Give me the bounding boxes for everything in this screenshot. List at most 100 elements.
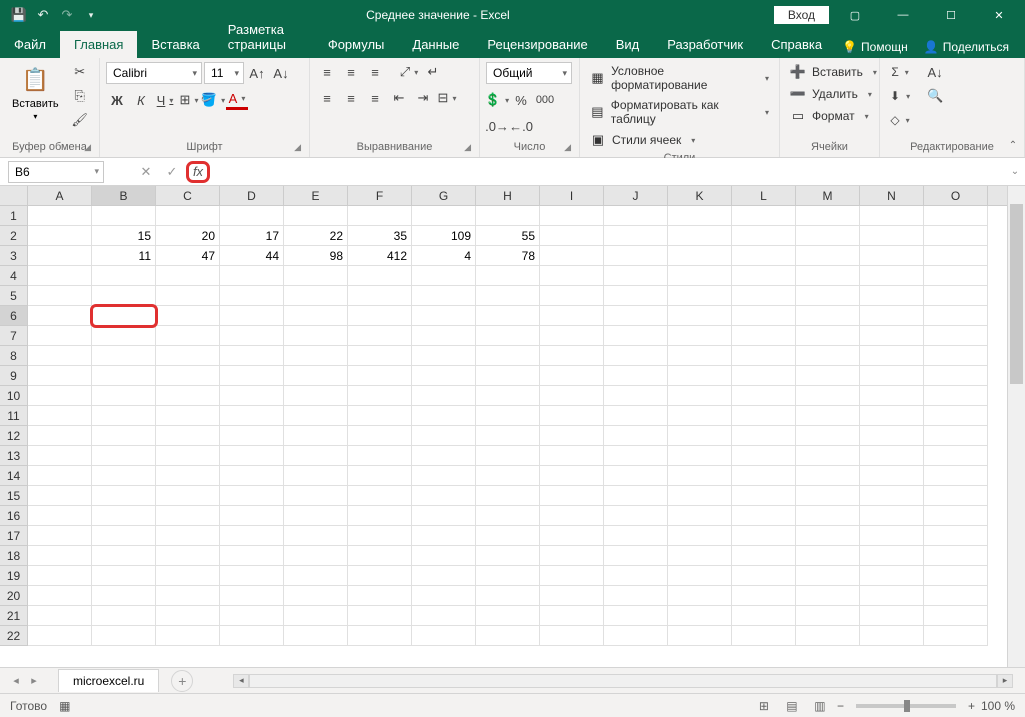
cell-G4[interactable] [412, 266, 476, 286]
tell-me[interactable]: 💡Помощн [836, 36, 914, 58]
cell-N15[interactable] [860, 486, 924, 506]
cell-F20[interactable] [348, 586, 412, 606]
orientation-icon[interactable]: ⤢ [398, 62, 420, 82]
cell-B14[interactable] [92, 466, 156, 486]
cell-B2[interactable]: 15 [92, 226, 156, 246]
increase-decimal-icon[interactable]: .0→ [486, 116, 508, 136]
cell-F16[interactable] [348, 506, 412, 526]
login-button[interactable]: Вход [774, 6, 829, 24]
cell-K15[interactable] [668, 486, 732, 506]
col-header-L[interactable]: L [732, 186, 796, 205]
cancel-formula-icon[interactable]: ✕ [134, 161, 158, 183]
cell-A13[interactable] [28, 446, 92, 466]
cell-O1[interactable] [924, 206, 988, 226]
cell-C11[interactable] [156, 406, 220, 426]
cell-I12[interactable] [540, 426, 604, 446]
col-header-K[interactable]: K [668, 186, 732, 205]
cell-C22[interactable] [156, 626, 220, 646]
cell-K19[interactable] [668, 566, 732, 586]
cell-F9[interactable] [348, 366, 412, 386]
cell-B6[interactable] [92, 306, 156, 326]
cell-D10[interactable] [220, 386, 284, 406]
row-header-8[interactable]: 8 [0, 346, 28, 366]
cell-L18[interactable] [732, 546, 796, 566]
horizontal-scrollbar[interactable]: ◂▸ [233, 674, 1013, 688]
align-bottom-icon[interactable]: ≡ [364, 62, 386, 82]
share-button[interactable]: 👤Поделиться [918, 36, 1015, 58]
cell-G19[interactable] [412, 566, 476, 586]
cell-N14[interactable] [860, 466, 924, 486]
row-header-5[interactable]: 5 [0, 286, 28, 306]
cell-L22[interactable] [732, 626, 796, 646]
cell-A18[interactable] [28, 546, 92, 566]
cell-F17[interactable] [348, 526, 412, 546]
clear-icon[interactable]: ◇ [886, 110, 914, 130]
save-icon[interactable]: 💾 [8, 4, 30, 26]
cell-N12[interactable] [860, 426, 924, 446]
cell-I10[interactable] [540, 386, 604, 406]
cell-A8[interactable] [28, 346, 92, 366]
cell-A11[interactable] [28, 406, 92, 426]
row-header-6[interactable]: 6 [0, 306, 28, 326]
cell-L17[interactable] [732, 526, 796, 546]
row-header-3[interactable]: 3 [0, 246, 28, 266]
increase-font-icon[interactable]: A↑ [246, 63, 268, 83]
cell-L12[interactable] [732, 426, 796, 446]
cell-N2[interactable] [860, 226, 924, 246]
cell-C3[interactable]: 47 [156, 246, 220, 266]
italic-button[interactable]: К [130, 90, 152, 110]
col-header-C[interactable]: C [156, 186, 220, 205]
format-as-table-button[interactable]: ▤Форматировать как таблицу [586, 96, 773, 128]
col-header-F[interactable]: F [348, 186, 412, 205]
row-header-10[interactable]: 10 [0, 386, 28, 406]
cell-B11[interactable] [92, 406, 156, 426]
autosum-icon[interactable]: Σ [886, 62, 914, 82]
cell-K17[interactable] [668, 526, 732, 546]
cell-O17[interactable] [924, 526, 988, 546]
cell-D20[interactable] [220, 586, 284, 606]
cell-B8[interactable] [92, 346, 156, 366]
cell-I2[interactable] [540, 226, 604, 246]
cell-B17[interactable] [92, 526, 156, 546]
cell-I3[interactable] [540, 246, 604, 266]
cell-C1[interactable] [156, 206, 220, 226]
cell-B15[interactable] [92, 486, 156, 506]
cell-F14[interactable] [348, 466, 412, 486]
cell-J12[interactable] [604, 426, 668, 446]
cell-M15[interactable] [796, 486, 860, 506]
cell-J10[interactable] [604, 386, 668, 406]
cell-J15[interactable] [604, 486, 668, 506]
cell-E2[interactable]: 22 [284, 226, 348, 246]
cell-B3[interactable]: 11 [92, 246, 156, 266]
cell-L1[interactable] [732, 206, 796, 226]
cell-H15[interactable] [476, 486, 540, 506]
align-left-icon[interactable]: ≡ [316, 88, 338, 108]
cell-M17[interactable] [796, 526, 860, 546]
cell-L5[interactable] [732, 286, 796, 306]
cell-D5[interactable] [220, 286, 284, 306]
cell-A14[interactable] [28, 466, 92, 486]
cell-C16[interactable] [156, 506, 220, 526]
cell-E15[interactable] [284, 486, 348, 506]
cell-G15[interactable] [412, 486, 476, 506]
cell-I13[interactable] [540, 446, 604, 466]
number-format-select[interactable]: Общий [486, 62, 572, 84]
dialog-launcher-icon[interactable]: ◢ [564, 142, 571, 153]
row-header-20[interactable]: 20 [0, 586, 28, 606]
cell-B16[interactable] [92, 506, 156, 526]
tab-данные[interactable]: Данные [398, 31, 473, 58]
cell-C20[interactable] [156, 586, 220, 606]
cell-K22[interactable] [668, 626, 732, 646]
cell-H16[interactable] [476, 506, 540, 526]
cell-N17[interactable] [860, 526, 924, 546]
name-box[interactable]: B6 [8, 161, 104, 183]
cell-C18[interactable] [156, 546, 220, 566]
cell-O13[interactable] [924, 446, 988, 466]
cell-B9[interactable] [92, 366, 156, 386]
expand-formula-icon[interactable]: ⌄ [1005, 166, 1025, 177]
cell-E17[interactable] [284, 526, 348, 546]
cell-A17[interactable] [28, 526, 92, 546]
cell-D7[interactable] [220, 326, 284, 346]
cell-J8[interactable] [604, 346, 668, 366]
cell-H5[interactable] [476, 286, 540, 306]
